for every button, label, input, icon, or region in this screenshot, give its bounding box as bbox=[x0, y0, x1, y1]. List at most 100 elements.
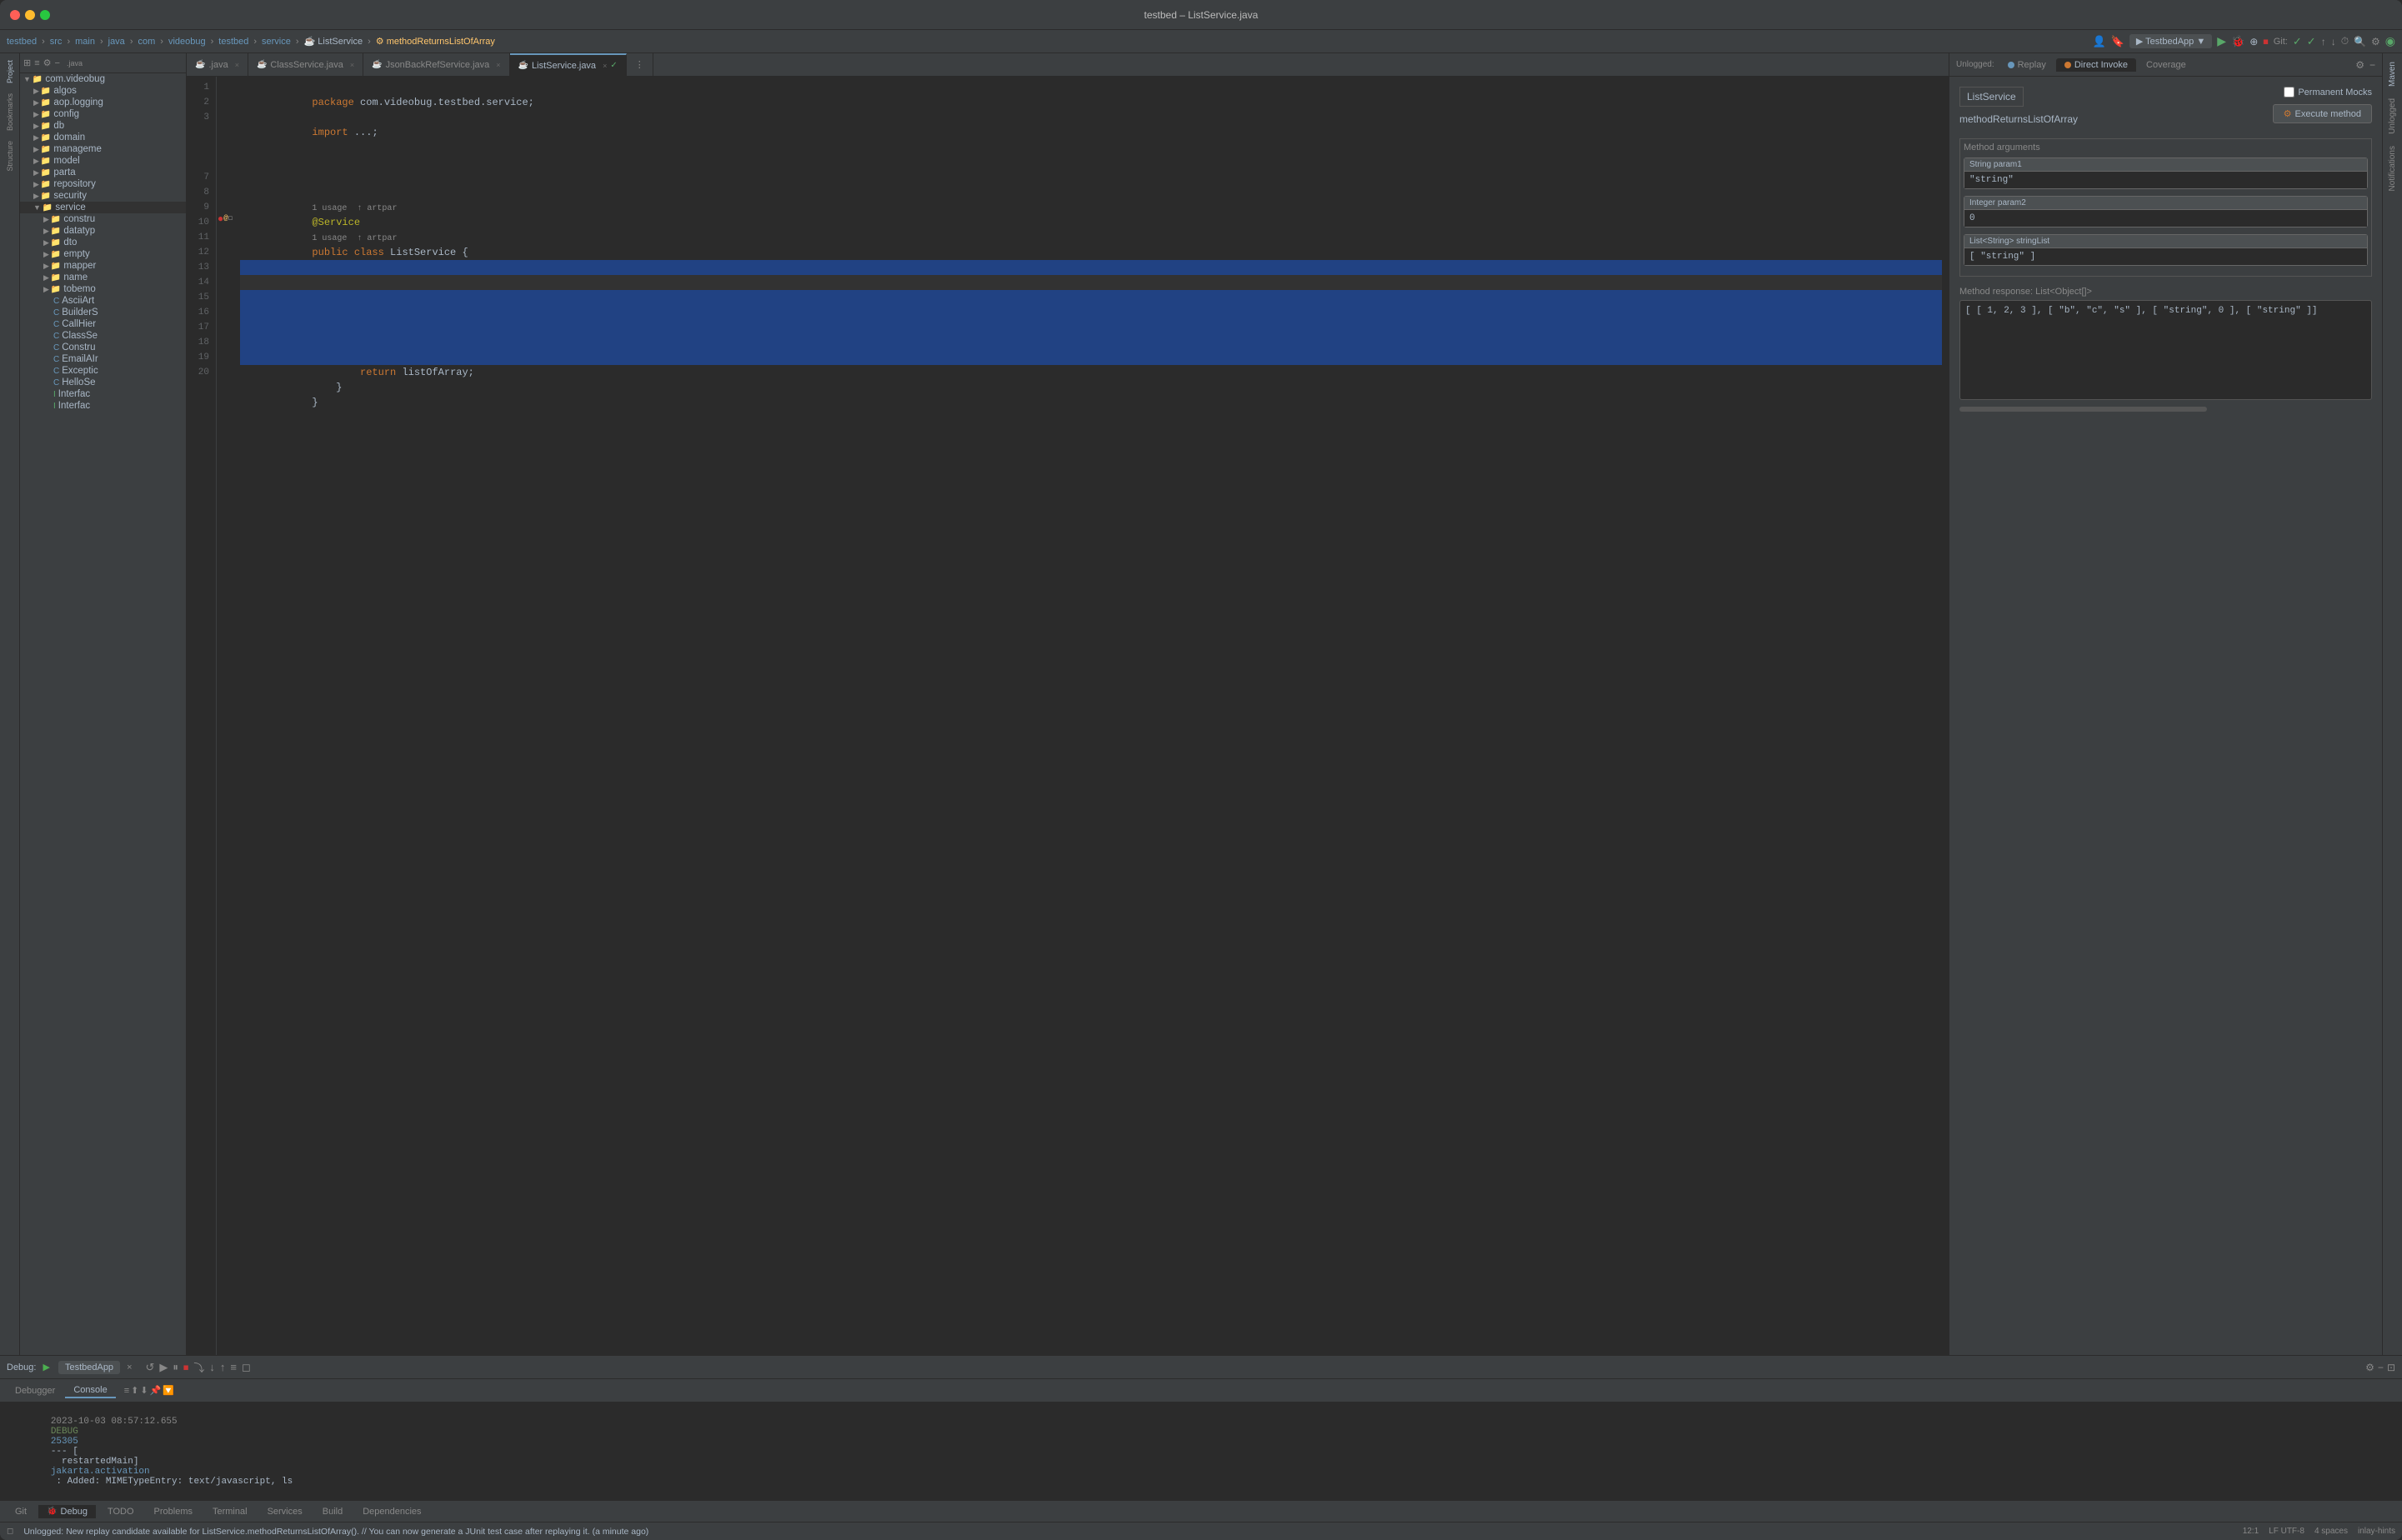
console-filter-icon[interactable]: 🔽 bbox=[163, 1385, 174, 1396]
minimize-button[interactable] bbox=[25, 10, 35, 20]
tab-close-classservice[interactable]: × bbox=[350, 61, 354, 69]
tab-jsonback[interactable]: ☕ JsonBackRefService.java × bbox=[363, 53, 509, 76]
tree-item-manageme[interactable]: ▶📁 manageme bbox=[20, 143, 186, 155]
tree-item-asciiart[interactable]: C AsciiArt bbox=[20, 295, 186, 307]
tab-classservice[interactable]: ☕ ClassService.java × bbox=[248, 53, 363, 76]
tree-item-security[interactable]: ▶📁 security bbox=[20, 190, 186, 202]
tree-item-emailalr[interactable]: C EmailAIr bbox=[20, 353, 186, 365]
tree-item-callhier[interactable]: C CallHier bbox=[20, 318, 186, 330]
tree-item-parta[interactable]: ▶📁 parta bbox=[20, 167, 186, 178]
settings-icon[interactable]: ⚙ bbox=[2371, 36, 2380, 48]
tool-tab-dependencies[interactable]: Dependencies bbox=[354, 1505, 429, 1518]
tree-item-hellose[interactable]: C HelloSe bbox=[20, 377, 186, 388]
code-editor[interactable]: 1 2 3 7 8 9 10 11 12 13 14 15 16 17 bbox=[187, 77, 1949, 1355]
breadcrumb-method[interactable]: ⚙ methodReturnsListOfArray bbox=[376, 36, 495, 47]
tree-minus-icon[interactable]: − bbox=[55, 58, 60, 68]
tree-icon2[interactable]: ≡ bbox=[34, 58, 39, 68]
debug-pause-icon[interactable]: ⏸ bbox=[173, 1361, 178, 1374]
debug-watch-icon[interactable]: ◻ bbox=[242, 1361, 251, 1374]
run-button[interactable]: ▶ bbox=[2217, 34, 2226, 48]
tree-collapse-icon[interactable]: ⊞ bbox=[23, 58, 31, 68]
tree-item-db[interactable]: ▶📁 db bbox=[20, 120, 186, 132]
git-check2-icon[interactable]: ✓ bbox=[2307, 35, 2316, 48]
breadcrumb-testbed[interactable]: testbed bbox=[7, 37, 37, 47]
arg-input-param2[interactable] bbox=[1964, 210, 2367, 227]
tree-item-service[interactable]: ▼📁 service bbox=[20, 202, 186, 213]
tree-item-constru2[interactable]: C Constru bbox=[20, 342, 186, 353]
run-config-selector[interactable]: ▶ TestbedApp ▼ bbox=[2129, 34, 2212, 48]
inlay-hints[interactable]: inlay-hints bbox=[2358, 1527, 2395, 1536]
coverage-button[interactable]: ⊕ bbox=[2249, 36, 2258, 48]
debug-resume-icon[interactable]: ▶ bbox=[159, 1361, 168, 1374]
profile-icon[interactable]: 👤 bbox=[2092, 35, 2105, 48]
tool-tab-git[interactable]: Git bbox=[7, 1505, 35, 1518]
watch-icon[interactable]: ◻ bbox=[228, 213, 233, 225]
tree-item-datatyp[interactable]: ▶📁 datatyp bbox=[20, 225, 186, 237]
git-check-icon[interactable]: ✓ bbox=[2293, 35, 2302, 48]
tool-tab-debug[interactable]: 🐞 Debug bbox=[38, 1505, 96, 1518]
tree-item-empty[interactable]: ▶📁 empty bbox=[20, 248, 186, 260]
project-panel-tab[interactable]: Project bbox=[4, 57, 16, 87]
tab-console[interactable]: Console bbox=[65, 1383, 115, 1398]
debug-step-over-icon[interactable]: ⤵ bbox=[193, 1359, 204, 1375]
breadcrumb-videobug[interactable]: videobug bbox=[168, 37, 206, 47]
tree-item-aop[interactable]: ▶📁 aop.logging bbox=[20, 97, 186, 108]
execute-method-button[interactable]: ⚙ Execute method bbox=[2273, 104, 2372, 123]
debug-minimize-icon[interactable]: − bbox=[2378, 1362, 2384, 1373]
panel-settings-icon[interactable]: ⚙ bbox=[2355, 59, 2364, 71]
permanent-mocks-checkbox[interactable] bbox=[2284, 87, 2294, 98]
breadcrumb-service[interactable]: service bbox=[262, 37, 291, 47]
debug-step-in-icon[interactable]: ↓ bbox=[209, 1361, 215, 1373]
debug-stop-icon[interactable]: ⏹ bbox=[183, 1361, 189, 1374]
tree-item-model[interactable]: ▶📁 model bbox=[20, 155, 186, 167]
tree-item-algos[interactable]: ▶📁 algos bbox=[20, 85, 186, 97]
debug-close-icon[interactable]: × bbox=[127, 1362, 132, 1372]
line-ending[interactable]: LF UTF-8 bbox=[2269, 1527, 2304, 1536]
console-content[interactable]: 2023-10-03 08:57:12.655 DEBUG 25305 --- … bbox=[0, 1402, 2402, 1500]
arg-input-param1[interactable] bbox=[1964, 172, 2367, 188]
tool-tab-problems[interactable]: Problems bbox=[146, 1505, 201, 1518]
tree-item-config[interactable]: ▶📁 config bbox=[20, 108, 186, 120]
tree-item-interfac2[interactable]: I Interfac bbox=[20, 400, 186, 412]
tree-item-repository[interactable]: ▶📁 repository bbox=[20, 178, 186, 190]
tree-item-builders[interactable]: C BuilderS bbox=[20, 307, 186, 318]
unlogged-icon[interactable]: ◉ bbox=[2385, 34, 2395, 48]
console-down-icon[interactable]: ⬇ bbox=[140, 1385, 148, 1396]
maximize-button[interactable] bbox=[40, 10, 50, 20]
panel-minimize-icon[interactable]: − bbox=[2369, 59, 2375, 71]
tab-close-java[interactable]: × bbox=[235, 61, 239, 69]
breadcrumb-com[interactable]: com bbox=[138, 37, 155, 47]
tree-item-domain[interactable]: ▶📁 domain bbox=[20, 132, 186, 143]
git-history-icon[interactable]: ⏱ bbox=[2341, 35, 2349, 48]
console-clear-icon[interactable]: ⬆ bbox=[131, 1385, 138, 1396]
tree-item-classse[interactable]: C ClassSe bbox=[20, 330, 186, 342]
stop-button[interactable]: ⏹ bbox=[2263, 35, 2269, 48]
tab-listservice[interactable]: ☕ ListService.java × ✓ bbox=[510, 53, 627, 76]
bookmark-icon[interactable]: 🔖 bbox=[2111, 35, 2124, 48]
breadcrumb-testbed2[interactable]: testbed bbox=[218, 37, 248, 47]
console-format-icon[interactable]: ≡ bbox=[124, 1386, 129, 1396]
git-pull-icon[interactable]: ↓ bbox=[2331, 36, 2336, 48]
tool-tab-terminal[interactable]: Terminal bbox=[204, 1505, 256, 1518]
close-button[interactable] bbox=[10, 10, 20, 20]
tab-direct-invoke[interactable]: Direct Invoke bbox=[2056, 58, 2136, 72]
search-icon[interactable]: 🔍 bbox=[2354, 36, 2366, 48]
tab-more[interactable]: ⋮ bbox=[627, 53, 653, 76]
breadcrumb-main[interactable]: main bbox=[75, 37, 95, 47]
tab-close-listservice[interactable]: × bbox=[603, 62, 607, 70]
breadcrumb-src[interactable]: src bbox=[50, 37, 63, 47]
tree-item-dto[interactable]: ▶📁 dto bbox=[20, 237, 186, 248]
debug-app-tab[interactable]: TestbedApp bbox=[58, 1361, 120, 1374]
response-scrollbar[interactable] bbox=[1959, 407, 2207, 412]
tree-item-exceptic[interactable]: C Exceptic bbox=[20, 365, 186, 377]
tab-close-jsonback[interactable]: × bbox=[496, 61, 500, 69]
debug-settings-icon[interactable]: ⚙ bbox=[2365, 1362, 2374, 1373]
tab-debugger[interactable]: Debugger bbox=[7, 1384, 63, 1398]
breadcrumb-listservice[interactable]: ☕ ListService bbox=[304, 36, 363, 47]
bookmarks-panel-tab[interactable]: Bookmarks bbox=[4, 90, 16, 134]
cursor-position[interactable]: 12:1 bbox=[2243, 1527, 2259, 1536]
unlogged-tab[interactable]: Unlogged bbox=[2386, 93, 2399, 139]
tree-settings-icon[interactable]: ⚙ bbox=[43, 58, 52, 68]
tree-item-tobemo[interactable]: ▶📁 tobemo bbox=[20, 283, 186, 295]
tab-coverage[interactable]: Coverage bbox=[2138, 58, 2194, 72]
